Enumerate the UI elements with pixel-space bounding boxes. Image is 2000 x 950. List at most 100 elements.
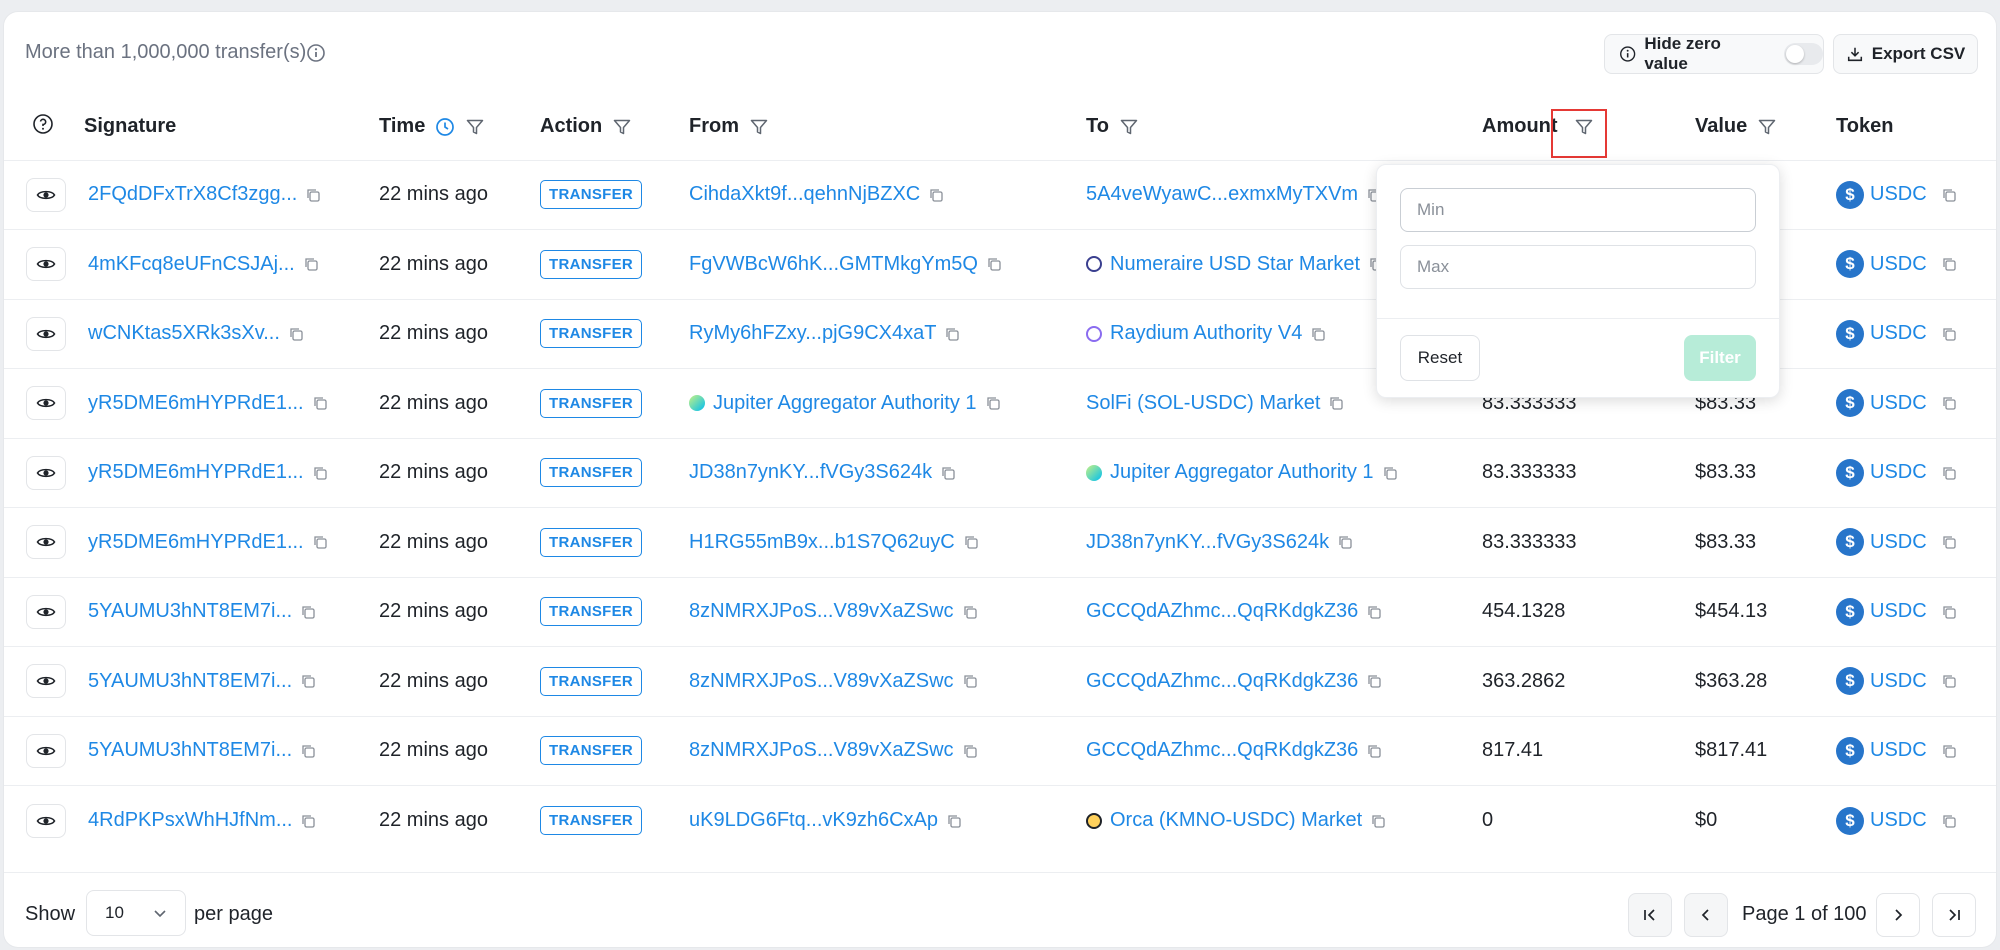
copy-icon[interactable]: [986, 256, 1002, 272]
signature-link[interactable]: yR5DME6mHYPRdE1...: [88, 392, 304, 414]
signature-link[interactable]: 4mKFcq8eUFnCSJAj...: [88, 253, 295, 275]
token-link[interactable]: USDC: [1870, 461, 1927, 484]
reset-button[interactable]: Reset: [1400, 335, 1480, 381]
copy-icon[interactable]: [963, 534, 979, 550]
copy-icon[interactable]: [1941, 395, 1957, 411]
filter-icon[interactable]: [465, 117, 485, 137]
per-page-select[interactable]: 10: [86, 890, 186, 936]
max-input[interactable]: [1400, 245, 1756, 289]
from-address-link[interactable]: CihdaXkt9f...qehnNjBZXC: [689, 183, 920, 205]
copy-icon[interactable]: [312, 534, 328, 550]
to-address-link[interactable]: Raydium Authority V4: [1110, 322, 1302, 344]
copy-icon[interactable]: [928, 187, 944, 203]
token-link[interactable]: USDC: [1870, 183, 1927, 206]
token-link[interactable]: USDC: [1870, 322, 1927, 345]
copy-icon[interactable]: [985, 395, 1001, 411]
token-link[interactable]: USDC: [1870, 600, 1927, 623]
signature-link[interactable]: wCNKtas5XRk3sXv...: [88, 322, 280, 344]
copy-icon[interactable]: [303, 256, 319, 272]
signature-link[interactable]: yR5DME6mHYPRdE1...: [88, 461, 304, 483]
clock-icon[interactable]: [435, 117, 455, 137]
view-details-button[interactable]: [26, 316, 66, 351]
view-details-button[interactable]: [26, 525, 66, 560]
copy-icon[interactable]: [1941, 187, 1957, 203]
copy-icon[interactable]: [1328, 395, 1344, 411]
view-details-button[interactable]: [26, 247, 66, 282]
copy-icon[interactable]: [1941, 256, 1957, 272]
signature-link[interactable]: 2FQdDFxTrX8Cf3zgg...: [88, 183, 297, 205]
previous-page-button[interactable]: [1684, 893, 1728, 937]
signature-link[interactable]: 4RdPKPsxWhHJfNm...: [88, 809, 292, 831]
view-details-button[interactable]: [26, 455, 66, 490]
filter-icon[interactable]: [612, 117, 632, 137]
copy-icon[interactable]: [1941, 813, 1957, 829]
to-address-link[interactable]: Jupiter Aggregator Authority 1: [1110, 461, 1374, 483]
copy-icon[interactable]: [312, 465, 328, 481]
copy-icon[interactable]: [288, 326, 304, 342]
from-address-link[interactable]: uK9LDG6Ftq...vK9zh6CxAp: [689, 809, 938, 831]
next-page-button[interactable]: [1876, 893, 1920, 937]
export-csv-button[interactable]: Export CSV: [1833, 34, 1978, 74]
copy-icon[interactable]: [962, 743, 978, 759]
to-address-link[interactable]: Orca (KMNO-USDC) Market: [1110, 809, 1362, 831]
to-address-link[interactable]: 5A4veWyawC...exmxMyTXVm: [1086, 183, 1358, 205]
hide-zero-value-toggle[interactable]: Hide zero value: [1604, 34, 1824, 74]
token-link[interactable]: USDC: [1870, 739, 1927, 762]
copy-icon[interactable]: [1941, 326, 1957, 342]
copy-icon[interactable]: [962, 604, 978, 620]
view-details-button[interactable]: [26, 803, 66, 838]
from-address-link[interactable]: JD38n7ynKY...fVGy3S624k: [689, 461, 932, 483]
from-address-link[interactable]: RyMy6hFZxy...pjG9CX4xaT: [689, 322, 936, 344]
view-details-button[interactable]: [26, 733, 66, 768]
from-address-link[interactable]: FgVWBcW6hK...GMTMkgYm5Q: [689, 253, 978, 275]
signature-link[interactable]: 5YAUMU3hNT8EM7i...: [88, 739, 292, 761]
first-page-button[interactable]: [1628, 893, 1672, 937]
from-address-link[interactable]: H1RG55mB9x...b1S7Q62uyC: [689, 531, 955, 553]
info-icon[interactable]: [306, 43, 326, 63]
token-link[interactable]: USDC: [1870, 809, 1927, 832]
copy-icon[interactable]: [1310, 326, 1326, 342]
from-address-link[interactable]: Jupiter Aggregator Authority 1: [713, 392, 977, 414]
token-link[interactable]: USDC: [1870, 670, 1927, 693]
token-link[interactable]: USDC: [1870, 531, 1927, 554]
from-address-link[interactable]: 8zNMRXJPoS...V89vXaZSwc: [689, 670, 954, 692]
copy-icon[interactable]: [312, 395, 328, 411]
min-input[interactable]: [1400, 188, 1756, 232]
view-details-button[interactable]: [26, 594, 66, 629]
token-link[interactable]: USDC: [1870, 392, 1927, 415]
filter-icon[interactable]: [749, 117, 769, 137]
copy-icon[interactable]: [1366, 673, 1382, 689]
filter-icon[interactable]: [1119, 117, 1139, 137]
signature-link[interactable]: 5YAUMU3hNT8EM7i...: [88, 670, 292, 692]
copy-icon[interactable]: [1382, 465, 1398, 481]
copy-icon[interactable]: [300, 743, 316, 759]
copy-icon[interactable]: [1941, 743, 1957, 759]
to-address-link[interactable]: GCCQdAZhmc...QqRKdgkZ36: [1086, 670, 1358, 692]
to-address-link[interactable]: GCCQdAZhmc...QqRKdgkZ36: [1086, 600, 1358, 622]
copy-icon[interactable]: [940, 465, 956, 481]
copy-icon[interactable]: [962, 673, 978, 689]
to-address-link[interactable]: JD38n7ynKY...fVGy3S624k: [1086, 531, 1329, 553]
copy-icon[interactable]: [300, 604, 316, 620]
copy-icon[interactable]: [946, 813, 962, 829]
filter-icon[interactable]: [1757, 117, 1777, 137]
copy-icon[interactable]: [1941, 604, 1957, 620]
copy-icon[interactable]: [1366, 604, 1382, 620]
copy-icon[interactable]: [1941, 465, 1957, 481]
view-details-button[interactable]: [26, 386, 66, 421]
toggle-switch[interactable]: [1784, 43, 1823, 65]
view-details-button[interactable]: [26, 664, 66, 699]
filter-button[interactable]: Filter: [1684, 335, 1756, 381]
signature-link[interactable]: 5YAUMU3hNT8EM7i...: [88, 600, 292, 622]
to-address-link[interactable]: Numeraire USD Star Market: [1110, 253, 1360, 275]
signature-link[interactable]: yR5DME6mHYPRdE1...: [88, 531, 304, 553]
token-link[interactable]: USDC: [1870, 253, 1927, 276]
to-address-link[interactable]: SolFi (SOL-USDC) Market: [1086, 392, 1320, 414]
copy-icon[interactable]: [300, 673, 316, 689]
to-address-link[interactable]: GCCQdAZhmc...QqRKdgkZ36: [1086, 739, 1358, 761]
copy-icon[interactable]: [1941, 534, 1957, 550]
copy-icon[interactable]: [305, 187, 321, 203]
from-address-link[interactable]: 8zNMRXJPoS...V89vXaZSwc: [689, 739, 954, 761]
help-icon[interactable]: [32, 113, 54, 135]
view-details-button[interactable]: [26, 177, 66, 212]
